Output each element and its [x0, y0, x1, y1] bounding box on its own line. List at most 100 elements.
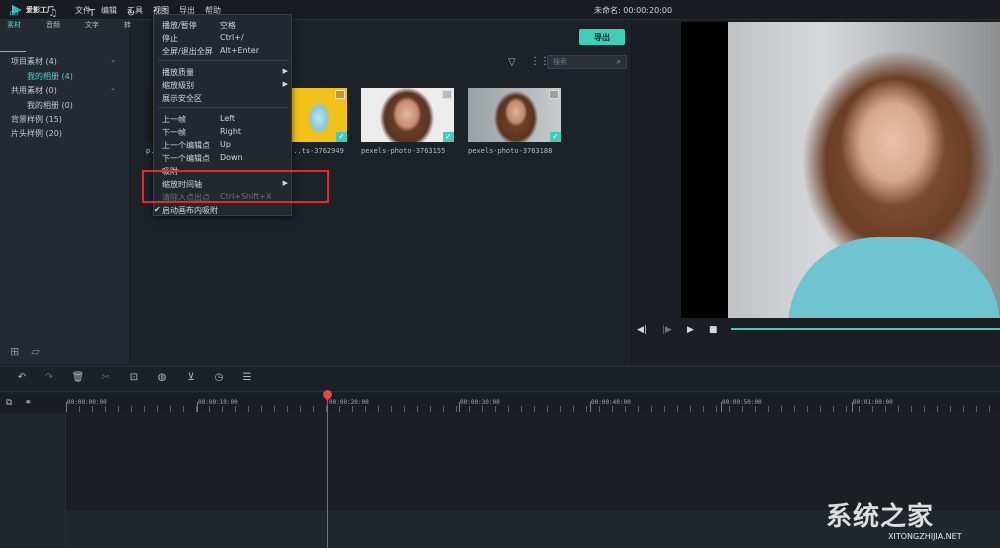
delete-icon[interactable]: 🗑 [71, 372, 85, 383]
menu-item-shortcut: Up [220, 140, 231, 149]
play-icon[interactable]: ▶ [687, 325, 694, 335]
photo-icon [335, 90, 345, 99]
tree-project-media[interactable]: 项目素材 (4) [11, 56, 57, 67]
cut-icon[interactable]: ✂ [99, 372, 113, 383]
link-icon[interactable]: ⚭ [24, 398, 32, 408]
playhead-line[interactable] [327, 393, 328, 548]
mosaic-icon[interactable]: ⊻ [184, 372, 198, 383]
time-label: 00:00:50:00 [722, 399, 762, 406]
media-label-4: pexels-photo-3763188 [468, 147, 553, 155]
menu-item-shortcut: Left [220, 114, 236, 123]
time-label: 00:00:20:00 [329, 399, 369, 406]
menu-item-next-edit-point[interactable]: 下一个编辑点 Down [154, 151, 293, 164]
menu-item-label: 启动画布内吸附 [162, 206, 218, 215]
menu-item-label: 播放质量 [162, 68, 194, 77]
folder-icon: ▭ [9, 8, 19, 19]
add-track-icon[interactable]: ⧉ [6, 398, 12, 408]
menu-item-zoom-level[interactable]: 缩放级别 ▶ [154, 78, 293, 91]
menu-item-next-frame[interactable]: 下一帧 Right [154, 125, 293, 138]
preview-image [728, 22, 1000, 318]
watermark-url: XITONGZHIJIA.NET [888, 532, 962, 541]
menu-item-playback-quality[interactable]: 播放质量 ▶ [154, 65, 293, 78]
transition-icon: ↻ [126, 8, 136, 19]
menu-item-safe-area[interactable]: 展示安全区 [154, 91, 293, 104]
timeline-track-tools: ⧉ ⚭ [6, 398, 32, 408]
time-label: 00:01:00:00 [853, 399, 893, 406]
menu-item-fullscreen[interactable]: 全屏/退出全屏 Alt+Enter [154, 44, 293, 57]
ruler-ticks [66, 406, 1000, 412]
menu-item-label: 展示安全区 [162, 94, 202, 103]
menu-item-label: 全屏/退出全屏 [162, 47, 213, 56]
menu-item-prev-frame[interactable]: 上一帧 Left [154, 112, 293, 125]
search-field[interactable]: ⌕ [547, 55, 627, 69]
photo-icon [442, 90, 452, 99]
new-folder-icon[interactable]: ⊞ [10, 345, 19, 358]
tree-background-samples[interactable]: 背景样例 (15) [11, 114, 62, 125]
adjust-icon[interactable]: ☰ [240, 372, 254, 383]
thumb-image [468, 88, 561, 142]
menu-item-label: 下一个编辑点 [162, 154, 210, 163]
time-label: 00:00:10:00 [198, 399, 238, 406]
track-headers [0, 413, 66, 548]
music-note-icon: ♫ [48, 8, 58, 19]
menu-item-shortcut: 空格 [220, 21, 236, 30]
media-label-2: ...ts-3762949 [289, 147, 344, 155]
filter-icon[interactable]: ▽ [508, 57, 516, 68]
redo-icon[interactable]: ↷ [42, 372, 56, 383]
media-thumb-3[interactable]: ✓ [361, 88, 454, 142]
menu-item-label: 上一帧 [162, 115, 186, 124]
time-label: 00:00:40:00 [591, 399, 631, 406]
menu-item-play-pause[interactable]: 播放/暂停 空格 [154, 18, 293, 31]
tree-my-album[interactable]: 我的相册 (4) [27, 71, 73, 82]
crop-icon[interactable]: ⊡ [127, 372, 141, 383]
color-icon[interactable]: ◍ [155, 372, 169, 383]
tab-audio[interactable]: ♫ 音频 [40, 8, 66, 30]
chevron-down-icon[interactable]: ⌄ [110, 56, 116, 64]
highlight-annotation [142, 170, 329, 203]
undo-icon[interactable]: ↶ [15, 372, 29, 383]
clock-icon[interactable]: ◷ [212, 372, 226, 383]
media-thumb-2[interactable]: ✓ [289, 88, 347, 142]
tab-media-label: 素材 [7, 21, 21, 29]
menu-item-label: 缩放级别 [162, 81, 194, 90]
search-icon[interactable]: ⌕ [617, 57, 621, 67]
stop-icon[interactable]: ■ [709, 325, 718, 335]
tree-shared-album[interactable]: 我的相册 (0) [27, 100, 73, 111]
tab-media[interactable]: ▭ 素材 [1, 8, 27, 30]
playback-progress[interactable] [731, 328, 1000, 330]
menu-item-label: 上一个编辑点 [162, 141, 210, 150]
tab-text-label: 文字 [85, 21, 99, 29]
project-title: 未命名: 00:00:20:00 [594, 6, 673, 15]
submenu-arrow-icon: ▶ [282, 67, 288, 75]
tree-shared-media[interactable]: 共用素材 (0) [11, 85, 57, 96]
title-bar [0, 0, 1000, 20]
chevron-down-icon[interactable]: ⌄ [110, 84, 116, 92]
export-button[interactable]: 导出 [579, 29, 625, 45]
previous-frame-icon[interactable]: ◀| [637, 325, 647, 335]
photo-icon [549, 90, 559, 99]
edit-toolbar [0, 366, 1000, 392]
next-frame-icon[interactable]: |▶ [662, 325, 672, 335]
menu-item-stop[interactable]: 停止 Ctrl+/ [154, 31, 293, 44]
search-input[interactable] [553, 58, 611, 66]
checkmark-icon: ✓ [443, 132, 454, 142]
folder-add-icon[interactable]: ▱ [31, 345, 39, 358]
menu-item-shortcut: Ctrl+/ [220, 33, 244, 42]
media-label-3: pexels-photo-3763155 [361, 147, 446, 155]
playback-controls: ◀| |▶ ▶ ■ [637, 322, 1000, 338]
checkmark-icon: ✓ [336, 132, 347, 142]
watermark-title: 系统之家 [826, 502, 935, 532]
thumb-image [361, 88, 454, 142]
menu-item-label: 下一帧 [162, 128, 186, 137]
menu-item-shortcut: Alt+Enter [220, 46, 260, 55]
tab-text[interactable]: T 文字 [79, 8, 105, 30]
menu-item-prev-edit-point[interactable]: 上一个编辑点 Up [154, 138, 293, 151]
menu-item-canvas-snap[interactable]: ✔ 启动画布内吸附 [154, 203, 293, 216]
menu-divider [158, 107, 289, 108]
tree-intro-samples[interactable]: 片头样例 (20) [11, 128, 62, 139]
menu-item-shortcut: Right [220, 127, 242, 136]
media-thumb-4[interactable]: ✓ [468, 88, 561, 142]
time-label: 00:00:30:00 [460, 399, 500, 406]
tab-audio-label: 音频 [46, 21, 60, 29]
checkmark-icon: ✓ [550, 132, 561, 142]
